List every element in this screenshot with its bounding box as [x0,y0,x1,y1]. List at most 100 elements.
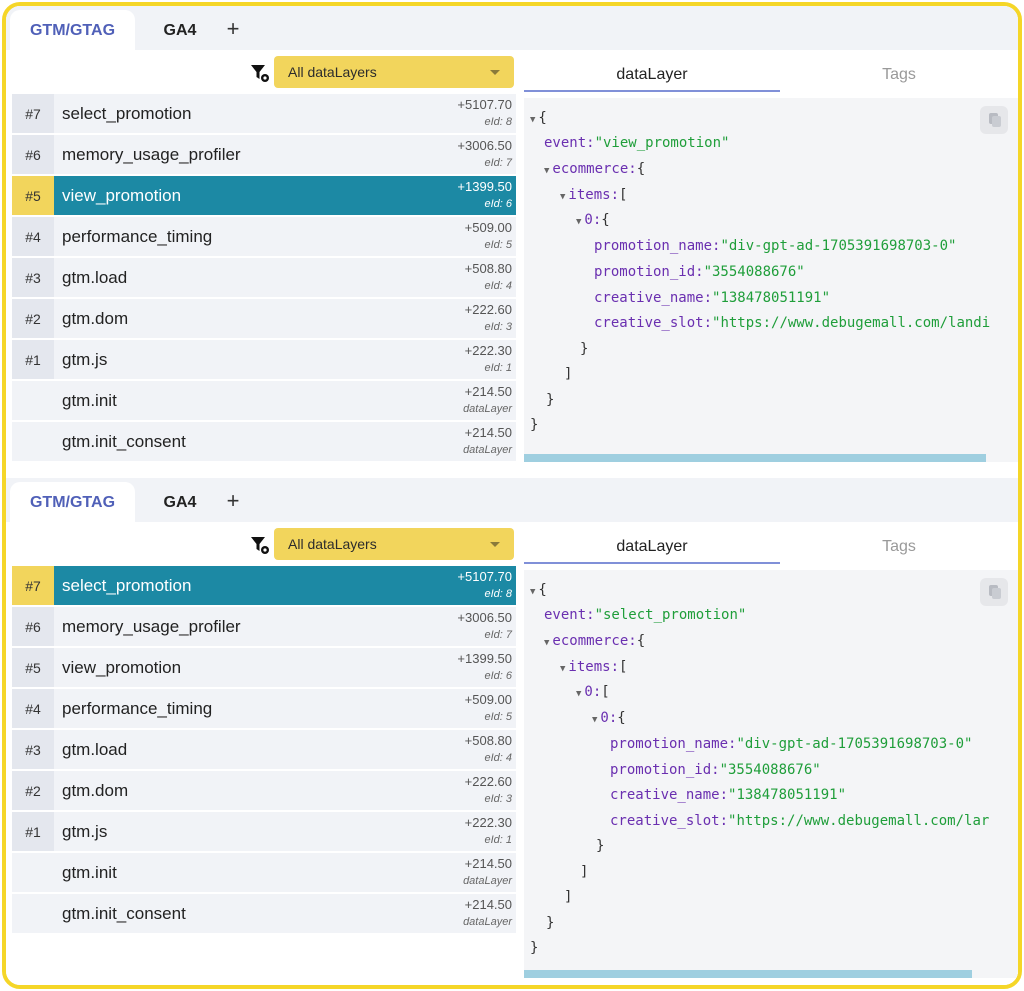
event-row[interactable]: gtm.init_consent +214.50 dataLayer [12,422,516,461]
event-time: +214.50 [464,384,512,399]
event-time: +508.80 [464,261,512,276]
event-name: memory_usage_profiler [62,617,241,636]
event-row[interactable]: #4 performance_timing +509.00 eId: 5 [12,217,516,256]
json-line: promotion_name:"div-gpt-ad-1705391698703… [594,238,957,254]
event-number: #6 [12,135,54,174]
collapse-toggle-icon[interactable]: ▼ [530,115,535,125]
event-row[interactable]: #3 gtm.load +508.80 eId: 4 [12,730,516,769]
event-number [12,422,54,461]
filter-settings-icon[interactable] [250,535,270,555]
collapse-toggle-icon[interactable]: ▼ [592,715,597,725]
json-line: ▼ ecommerce:{ [544,161,646,177]
json-line: promotion_name:"div-gpt-ad-1705391698703… [610,736,973,752]
event-row[interactable]: #7 select_promotion +5107.70 eId: 8 [12,94,516,133]
filter-settings-icon[interactable] [250,63,270,83]
event-name: performance_timing [62,699,213,718]
json-line: ▼ items:[ [560,659,628,675]
event-row[interactable]: gtm.init +214.50 dataLayer [12,381,516,420]
tab-gtm-gtag[interactable]: GTM/GTAG [10,10,135,50]
json-line: ▼{ [530,582,547,598]
datalayer-json-viewer: ▼{ event:"select_promotion" ▼ ecommerce:{… [524,570,1018,978]
event-number: #4 [12,217,54,256]
add-tab-button[interactable]: + [220,10,246,50]
tab-ga4[interactable]: GA4 [149,10,211,50]
event-source: dataLayer [463,875,512,887]
datalayer-json-viewer: ▼{ event:"view_promotion" ▼ ecommerce:{ ▼… [524,98,1018,462]
event-time: +214.50 [464,897,512,912]
event-time: +3006.50 [457,610,512,625]
event-row[interactable]: gtm.init_consent +214.50 dataLayer [12,894,516,933]
event-source: dataLayer [463,403,512,415]
event-time: +1399.50 [457,651,512,666]
event-row-selected[interactable]: #5 view_promotion +1399.50 eId: 6 [12,176,516,215]
event-name: gtm.init [62,863,117,882]
tab-datalayer[interactable]: dataLayer [524,528,780,564]
event-number: #1 [12,812,54,851]
tab-tags[interactable]: Tags [780,528,1018,564]
event-row[interactable]: #3 gtm.load +508.80 eId: 4 [12,258,516,297]
json-line: ▼{ [530,110,547,126]
event-time: +509.00 [464,220,512,235]
datalayer-filter-select[interactable]: All dataLayers [274,56,514,88]
chevron-down-icon [490,70,500,75]
json-line: ▼ ecommerce:{ [544,633,646,649]
collapse-toggle-icon[interactable]: ▼ [544,638,549,648]
copy-icon[interactable] [980,106,1008,134]
event-id: eId: 6 [484,198,512,210]
tab-tags[interactable]: Tags [780,56,1018,92]
json-line: creative_slot:"https://www.debugemall.co… [610,813,990,829]
json-line: } [596,838,605,854]
event-source: dataLayer [463,444,512,456]
collapse-toggle-icon[interactable]: ▼ [560,664,565,674]
event-row[interactable]: #6 memory_usage_profiler +3006.50 eId: 7 [12,135,516,174]
tab-ga4[interactable]: GA4 [149,482,211,522]
json-line: ] [580,864,589,880]
event-row[interactable]: #1 gtm.js +222.30 eId: 1 [12,812,516,851]
event-id: eId: 5 [484,711,512,723]
collapse-toggle-icon[interactable]: ▼ [576,217,581,227]
event-number: #7 [12,94,54,133]
tab-datalayer[interactable]: dataLayer [524,56,780,92]
horizontal-scrollbar[interactable] [524,970,972,978]
horizontal-scrollbar[interactable] [524,454,986,462]
tab-gtm-gtag[interactable]: GTM/GTAG [10,482,135,522]
event-time: +508.80 [464,733,512,748]
event-id: eId: 5 [484,239,512,251]
event-row-selected[interactable]: #7 select_promotion +5107.70 eId: 8 [12,566,516,605]
panel-top: GTM/GTAG GA4 + All dataLayers #7 select_… [6,6,1018,472]
copy-icon[interactable] [980,578,1008,606]
event-row[interactable]: gtm.init +214.50 dataLayer [12,853,516,892]
event-time: +222.30 [464,343,512,358]
collapse-toggle-icon[interactable]: ▼ [576,689,581,699]
event-number [12,853,54,892]
event-time: +222.60 [464,774,512,789]
event-id: eId: 7 [484,157,512,169]
event-id: eId: 3 [484,321,512,333]
event-row[interactable]: #1 gtm.js +222.30 eId: 1 [12,340,516,379]
event-name: gtm.init [62,391,117,410]
event-row[interactable]: #5 view_promotion +1399.50 eId: 6 [12,648,516,687]
json-line: event:"select_promotion" [544,607,747,623]
event-id: eId: 1 [484,362,512,374]
collapse-toggle-icon[interactable]: ▼ [560,192,565,202]
collapse-toggle-icon[interactable]: ▼ [544,166,549,176]
event-row[interactable]: #4 performance_timing +509.00 eId: 5 [12,689,516,728]
event-number: #3 [12,258,54,297]
event-row[interactable]: #2 gtm.dom +222.60 eId: 3 [12,771,516,810]
event-name: gtm.dom [62,309,129,328]
event-number: #6 [12,607,54,646]
debugger-window: GTM/GTAG GA4 + All dataLayers #7 select_… [2,2,1022,989]
event-time: +509.00 [464,692,512,707]
json-line: } [580,341,589,357]
event-number [12,894,54,933]
datalayer-filter-select[interactable]: All dataLayers [274,528,514,560]
collapse-toggle-icon[interactable]: ▼ [530,587,535,597]
datalayer-filter-value: All dataLayers [288,536,377,552]
add-tab-button[interactable]: + [220,482,246,522]
event-row[interactable]: #2 gtm.dom +222.60 eId: 3 [12,299,516,338]
event-number: #1 [12,340,54,379]
event-row[interactable]: #6 memory_usage_profiler +3006.50 eId: 7 [12,607,516,646]
json-line: ▼ 0:{ [592,710,626,726]
detail-pane: dataLayer Tags ▼{ event:"select_promotio… [520,522,1018,985]
chevron-down-icon [490,542,500,547]
